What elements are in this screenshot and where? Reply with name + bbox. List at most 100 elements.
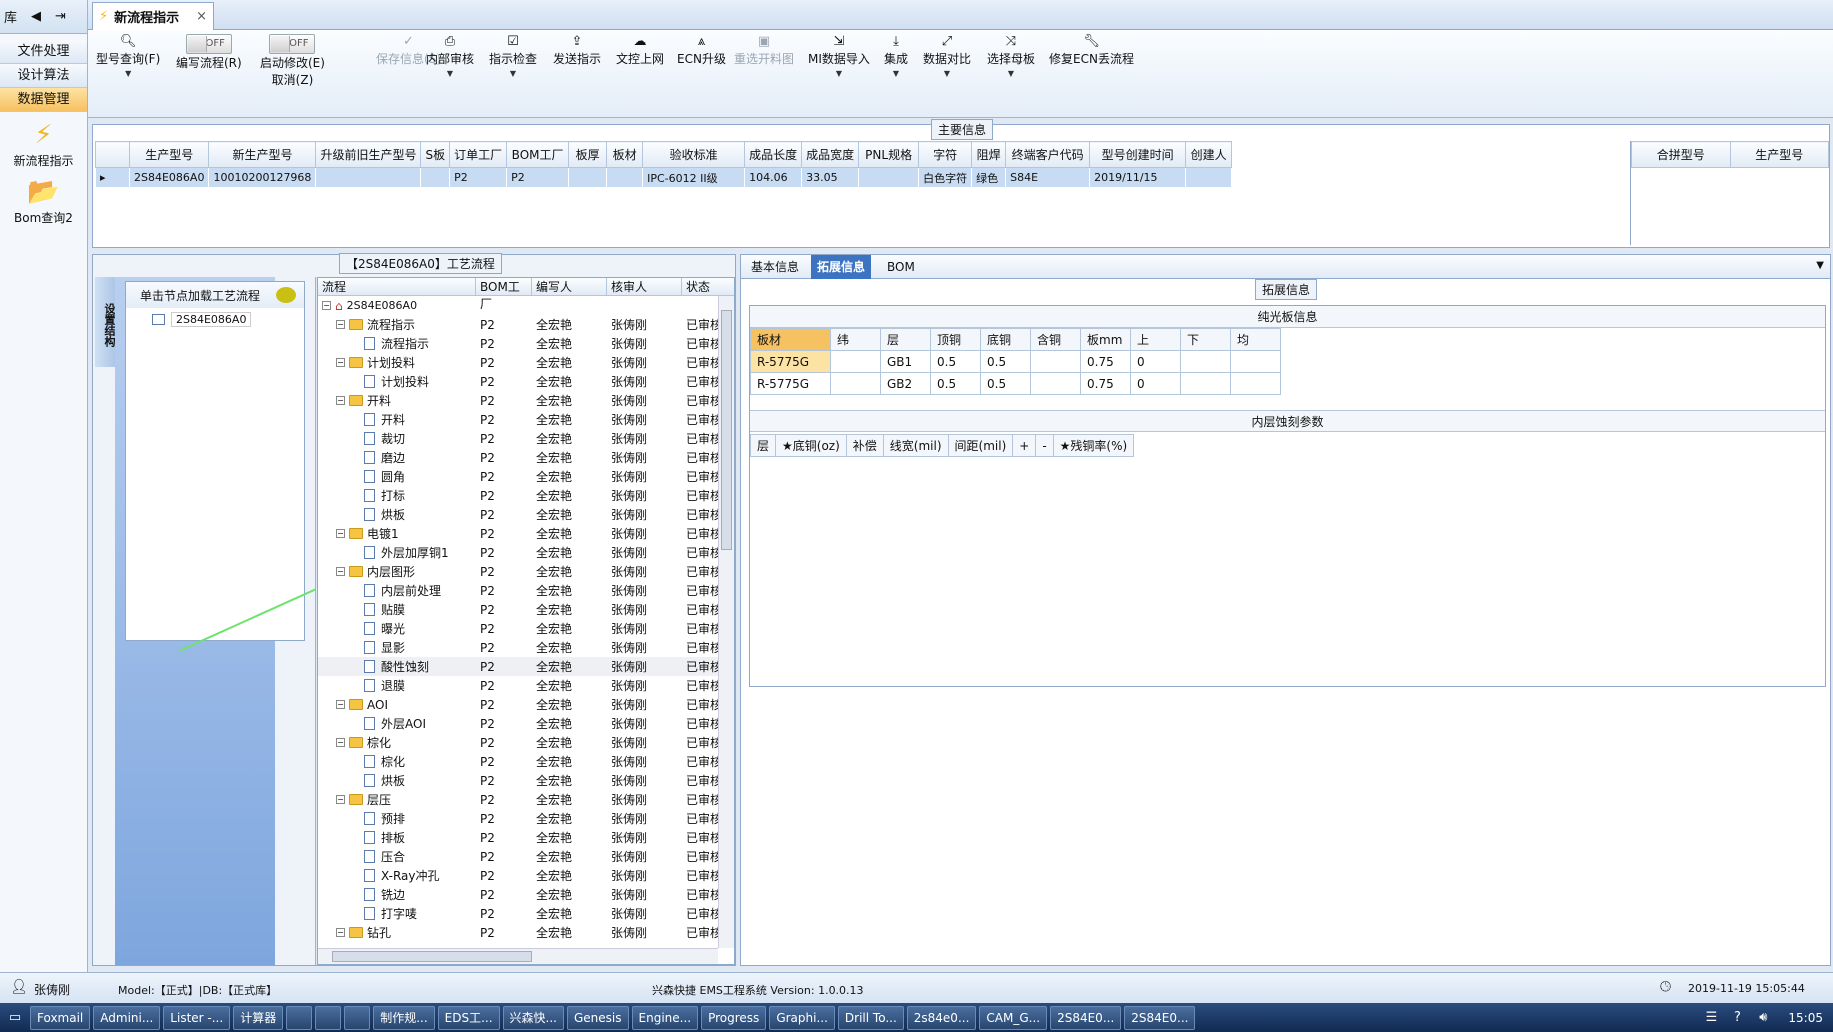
main-col-6[interactable]: 板厚 [568, 141, 608, 168]
main-cell-15[interactable]: 2019/11/15 [1089, 167, 1186, 188]
side-tab-structure[interactable]: 设置结构 [95, 277, 117, 367]
taskbar-app-icon[interactable] [315, 1005, 342, 1030]
plain-cell[interactable]: 0.75 [1080, 372, 1131, 395]
main-cell-2[interactable] [315, 167, 421, 188]
nav-bom-query[interactable]: 📂 Bom查询2 [0, 175, 87, 226]
col-writer[interactable]: 编写人 [532, 278, 607, 295]
plain-cell[interactable]: GB1 [880, 350, 931, 373]
etch-col-4[interactable]: 间距(mil) [947, 434, 1014, 457]
plain-cell[interactable]: R-5775G [750, 372, 831, 395]
repair-ecn-process-button[interactable]: 🔧︎ 修复ECN丢流程 [1049, 34, 1134, 67]
plain-cell[interactable] [1230, 350, 1281, 373]
tray-help-icon[interactable]: ? [1726, 1007, 1748, 1029]
etch-col-3[interactable]: 线宽(mil) [882, 434, 949, 457]
tree-step-row[interactable]: 退膜 P2 全宏艳 张俦刚 已审核 [318, 676, 734, 695]
main-col-16[interactable]: 创建人 [1185, 141, 1233, 168]
tree-step-row[interactable]: 开料 P2 全宏艳 张俦刚 已审核 [318, 410, 734, 429]
tree-folder-row[interactable]: − 电镀1 P2 全宏艳 张俦刚 已审核 [318, 524, 734, 543]
plain-cell[interactable]: 0 [1130, 350, 1181, 373]
plain-cell[interactable] [1180, 350, 1231, 373]
col-bom-factory[interactable]: BOM工厂 [476, 278, 532, 311]
chevron-down-icon[interactable]: ▼ [808, 69, 870, 78]
tree-step-row[interactable]: 圆角 P2 全宏艳 张俦刚 已审核 [318, 467, 734, 486]
internal-review-button[interactable]: ⎙ 内部审核 ▼ [426, 34, 474, 78]
chevron-down-icon[interactable]: ▼ [884, 69, 908, 78]
chevron-down-icon[interactable]: ▼ [923, 69, 971, 78]
collapse-icon[interactable]: − [336, 700, 345, 709]
col-status[interactable]: 状态 [682, 278, 722, 295]
chevron-down-icon[interactable]: ▼ [1816, 260, 1824, 271]
taskbar-item[interactable]: CAM_G... [979, 1005, 1048, 1030]
main-col-2[interactable]: 升级前旧生产型号 [315, 141, 422, 168]
tree-step-row[interactable]: 打标 P2 全宏艳 张俦刚 已审核 [318, 486, 734, 505]
taskbar-item[interactable]: Admini... [93, 1005, 161, 1030]
etch-col-1[interactable]: ★底铜(oz) [775, 434, 847, 457]
tree-step-row[interactable]: X-Ray冲孔 P2 全宏艳 张俦刚 已审核 [318, 866, 734, 885]
plain-cell[interactable]: 0.5 [930, 372, 981, 395]
row-pointer-icon[interactable]: ▸ [95, 167, 130, 188]
exit-icon[interactable]: ⇥ [55, 9, 66, 24]
main-cell-11[interactable] [858, 167, 919, 188]
main-col-3[interactable]: S板 [420, 141, 451, 168]
main-col-13[interactable]: 阻焊 [971, 141, 1007, 168]
main-cell-1[interactable]: 10010200127968 [208, 167, 316, 188]
taskbar-item[interactable]: EDS工... [437, 1005, 500, 1030]
tree-step-row[interactable]: 压合 P2 全宏艳 张俦刚 已审核 [318, 847, 734, 866]
main-col-11[interactable]: PNL规格 [858, 141, 920, 168]
hscroll-thumb[interactable] [332, 951, 532, 962]
send-instruction-button[interactable]: ⇪ 发送指示 [553, 34, 601, 67]
tree-step-row[interactable]: 排板 P2 全宏艳 张俦刚 已审核 [318, 828, 734, 847]
plain-row[interactable]: R-5775G GB2 0.5 0.5 0.75 0 [750, 372, 1281, 395]
plain-col-5[interactable]: 含铜 [1030, 328, 1081, 351]
main-col-0[interactable]: 生产型号 [128, 141, 210, 168]
taskbar-clock[interactable]: 15:05 [1778, 1011, 1833, 1025]
close-icon[interactable]: × [196, 9, 207, 24]
plain-cell[interactable]: R-5775G [750, 350, 831, 373]
taskbar-item[interactable]: Graphi... [769, 1005, 835, 1030]
tree-step-row[interactable]: 外层AOI P2 全宏艳 张俦刚 已审核 [318, 714, 734, 733]
tree-folder-row[interactable]: − 计划投料 P2 全宏艳 张俦刚 已审核 [318, 353, 734, 372]
tree-step-row[interactable]: 烘板 P2 全宏艳 张俦刚 已审核 [318, 505, 734, 524]
tree-step-row[interactable]: 外层加厚铜1 P2 全宏艳 张俦刚 已审核 [318, 543, 734, 562]
etch-col-7[interactable]: ★残铜率(%) [1052, 434, 1135, 457]
plain-col-1[interactable]: 纬 [830, 328, 881, 351]
tab-basic-info[interactable]: 基本信息 [745, 255, 805, 279]
main-cell-16[interactable] [1185, 167, 1232, 188]
chevron-down-icon[interactable]: ▼ [96, 69, 160, 78]
main-cell-6[interactable] [568, 167, 607, 188]
merge-col-production-model[interactable]: 生产型号 [1729, 141, 1829, 168]
plain-cell[interactable]: 0 [1130, 372, 1181, 395]
taskbar-item[interactable]: 2s84e0... [906, 1005, 977, 1030]
tray-network-icon[interactable]: ☰ [1700, 1007, 1722, 1029]
taskbar-item[interactable]: 2S84E0... [1050, 1005, 1122, 1030]
collapse-icon[interactable]: − [336, 396, 345, 405]
collapse-icon[interactable]: − [336, 795, 345, 804]
etch-col-6[interactable]: - [1035, 434, 1054, 457]
tree-folder-row[interactable]: − 开料 P2 全宏艳 张俦刚 已审核 [318, 391, 734, 410]
main-col-1[interactable]: 新生产型号 [208, 141, 317, 168]
tab-new-process[interactable]: ⚡ 新流程指示 × [92, 2, 214, 30]
plain-col-0[interactable]: 板材 [750, 328, 831, 351]
plain-col-6[interactable]: 板mm [1080, 328, 1131, 351]
tree-step-row[interactable]: 显影 P2 全宏艳 张俦刚 已审核 [318, 638, 734, 657]
taskbar-item[interactable]: 计算器 [233, 1005, 284, 1030]
plain-col-2[interactable]: 层 [880, 328, 931, 351]
tree-step-row[interactable]: 曝光 P2 全宏艳 张俦刚 已审核 [318, 619, 734, 638]
tree-step-row[interactable]: 流程指示 P2 全宏艳 张俦刚 已审核 [318, 334, 734, 353]
taskbar-item[interactable]: 制作规... [373, 1005, 435, 1030]
col-reviewer[interactable]: 核审人 [607, 278, 682, 295]
integration-button[interactable]: ⤓ 集成 ▼ [884, 34, 908, 78]
tree-folder-row[interactable]: − 流程指示 P2 全宏艳 张俦刚 已审核 [318, 315, 734, 334]
horizontal-scrollbar[interactable] [318, 948, 718, 964]
main-cell-10[interactable]: 33.05 [801, 167, 859, 188]
tree-step-row[interactable]: 预排 P2 全宏艳 张俦刚 已审核 [318, 809, 734, 828]
tree-root-row[interactable]: − ⌂ 2S84E086A0 [318, 296, 734, 315]
back-arrow-icon[interactable]: ◀ [31, 9, 41, 24]
taskbar-item[interactable]: Foxmail [30, 1005, 91, 1030]
data-compare-button[interactable]: ⤢ 数据对比 ▼ [923, 34, 971, 78]
plain-cell[interactable]: 0.5 [930, 350, 981, 373]
plain-cell[interactable]: 0.5 [980, 372, 1031, 395]
tab-bom[interactable]: BOM [881, 255, 921, 279]
plain-cell[interactable] [1230, 372, 1281, 395]
nav-data-management[interactable]: 数据管理 [0, 88, 87, 112]
